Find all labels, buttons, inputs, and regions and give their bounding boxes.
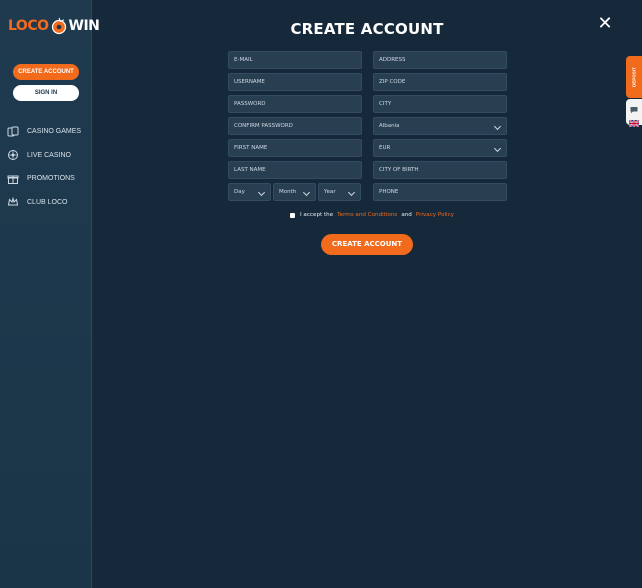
consent-and: and [401,212,412,218]
birth-day-select[interactable]: Day [228,183,271,201]
sidebar-item-casino-games[interactable]: CASINO GAMES [0,120,92,144]
sidebar-item-live-casino[interactable]: LIVE CASINO [0,144,92,168]
cards-icon [7,126,19,138]
sidebar-item-label: LIVE CASINO [27,151,71,159]
modal-title: CREATE ACCOUNT [290,20,444,38]
create-account-submit-button[interactable]: CREATE ACCOUNT [321,234,413,255]
terms-consent: I accept the Terms and Conditions and Pr… [290,211,454,219]
sidebar-sign-in-button[interactable]: SIGN IN [13,85,79,101]
consent-prefix: I accept the [300,212,334,218]
first-name-field[interactable]: FIRST NAME [228,139,362,157]
sidebar-item-club-loco[interactable]: CLUB LOCO [0,191,92,215]
currency-select[interactable]: EUR [373,139,507,157]
sidebar-nav: CASINO GAMES LIVE CASINO PROMOTIONS CLUB… [0,120,92,214]
sidebar-item-promotions[interactable]: PROMOTIONS [0,167,92,191]
terms-checkbox[interactable] [290,212,295,218]
country-select[interactable]: Albania [373,117,507,135]
logo[interactable]: LOCO WIN [8,14,100,38]
address-field[interactable]: ADDRESS [373,51,507,69]
sidebar-item-label: CLUB LOCO [27,198,68,206]
language-widget[interactable] [626,99,642,128]
sidebar: LOCO WIN CREATE ACCOUNT SIGN IN CASINO G… [0,0,100,588]
terms-link[interactable]: Terms and Conditions [337,212,397,218]
birth-year-select[interactable]: Year [318,183,361,201]
chat-icon[interactable] [629,102,639,114]
last-name-field[interactable]: LAST NAME [228,161,362,179]
close-button[interactable]: ✕ [597,13,613,34]
close-icon: ✕ [597,13,613,34]
email-field[interactable]: E-MAIL [228,51,362,69]
deposit-tab[interactable]: DEPOSIT [626,56,642,98]
zip-code-field[interactable]: ZIP CODE [373,73,507,91]
username-field[interactable]: USERNAME [228,73,362,91]
privacy-policy-link[interactable]: Privacy Policy [416,212,454,218]
city-field[interactable]: CITY [373,95,507,113]
roulette-icon [7,149,19,161]
sidebar-create-account-button[interactable]: CREATE ACCOUNT [13,64,79,80]
deposit-label: DEPOSIT [631,67,637,87]
sidebar-item-label: CASINO GAMES [27,128,82,136]
crown-icon [7,196,19,208]
sidebar-item-label: PROMOTIONS [27,175,75,183]
phone-field[interactable]: PHONE [373,183,507,201]
birth-month-select[interactable]: Month [273,183,316,201]
password-field[interactable]: PASSWORD [228,95,362,113]
uk-flag-icon[interactable] [628,114,640,128]
logo-mark-icon [50,17,68,35]
city-of-birth-field[interactable]: CITY OF BIRTH [373,161,507,179]
gift-icon [7,173,19,185]
confirm-password-field[interactable]: CONFIRM PASSWORD [228,117,362,135]
